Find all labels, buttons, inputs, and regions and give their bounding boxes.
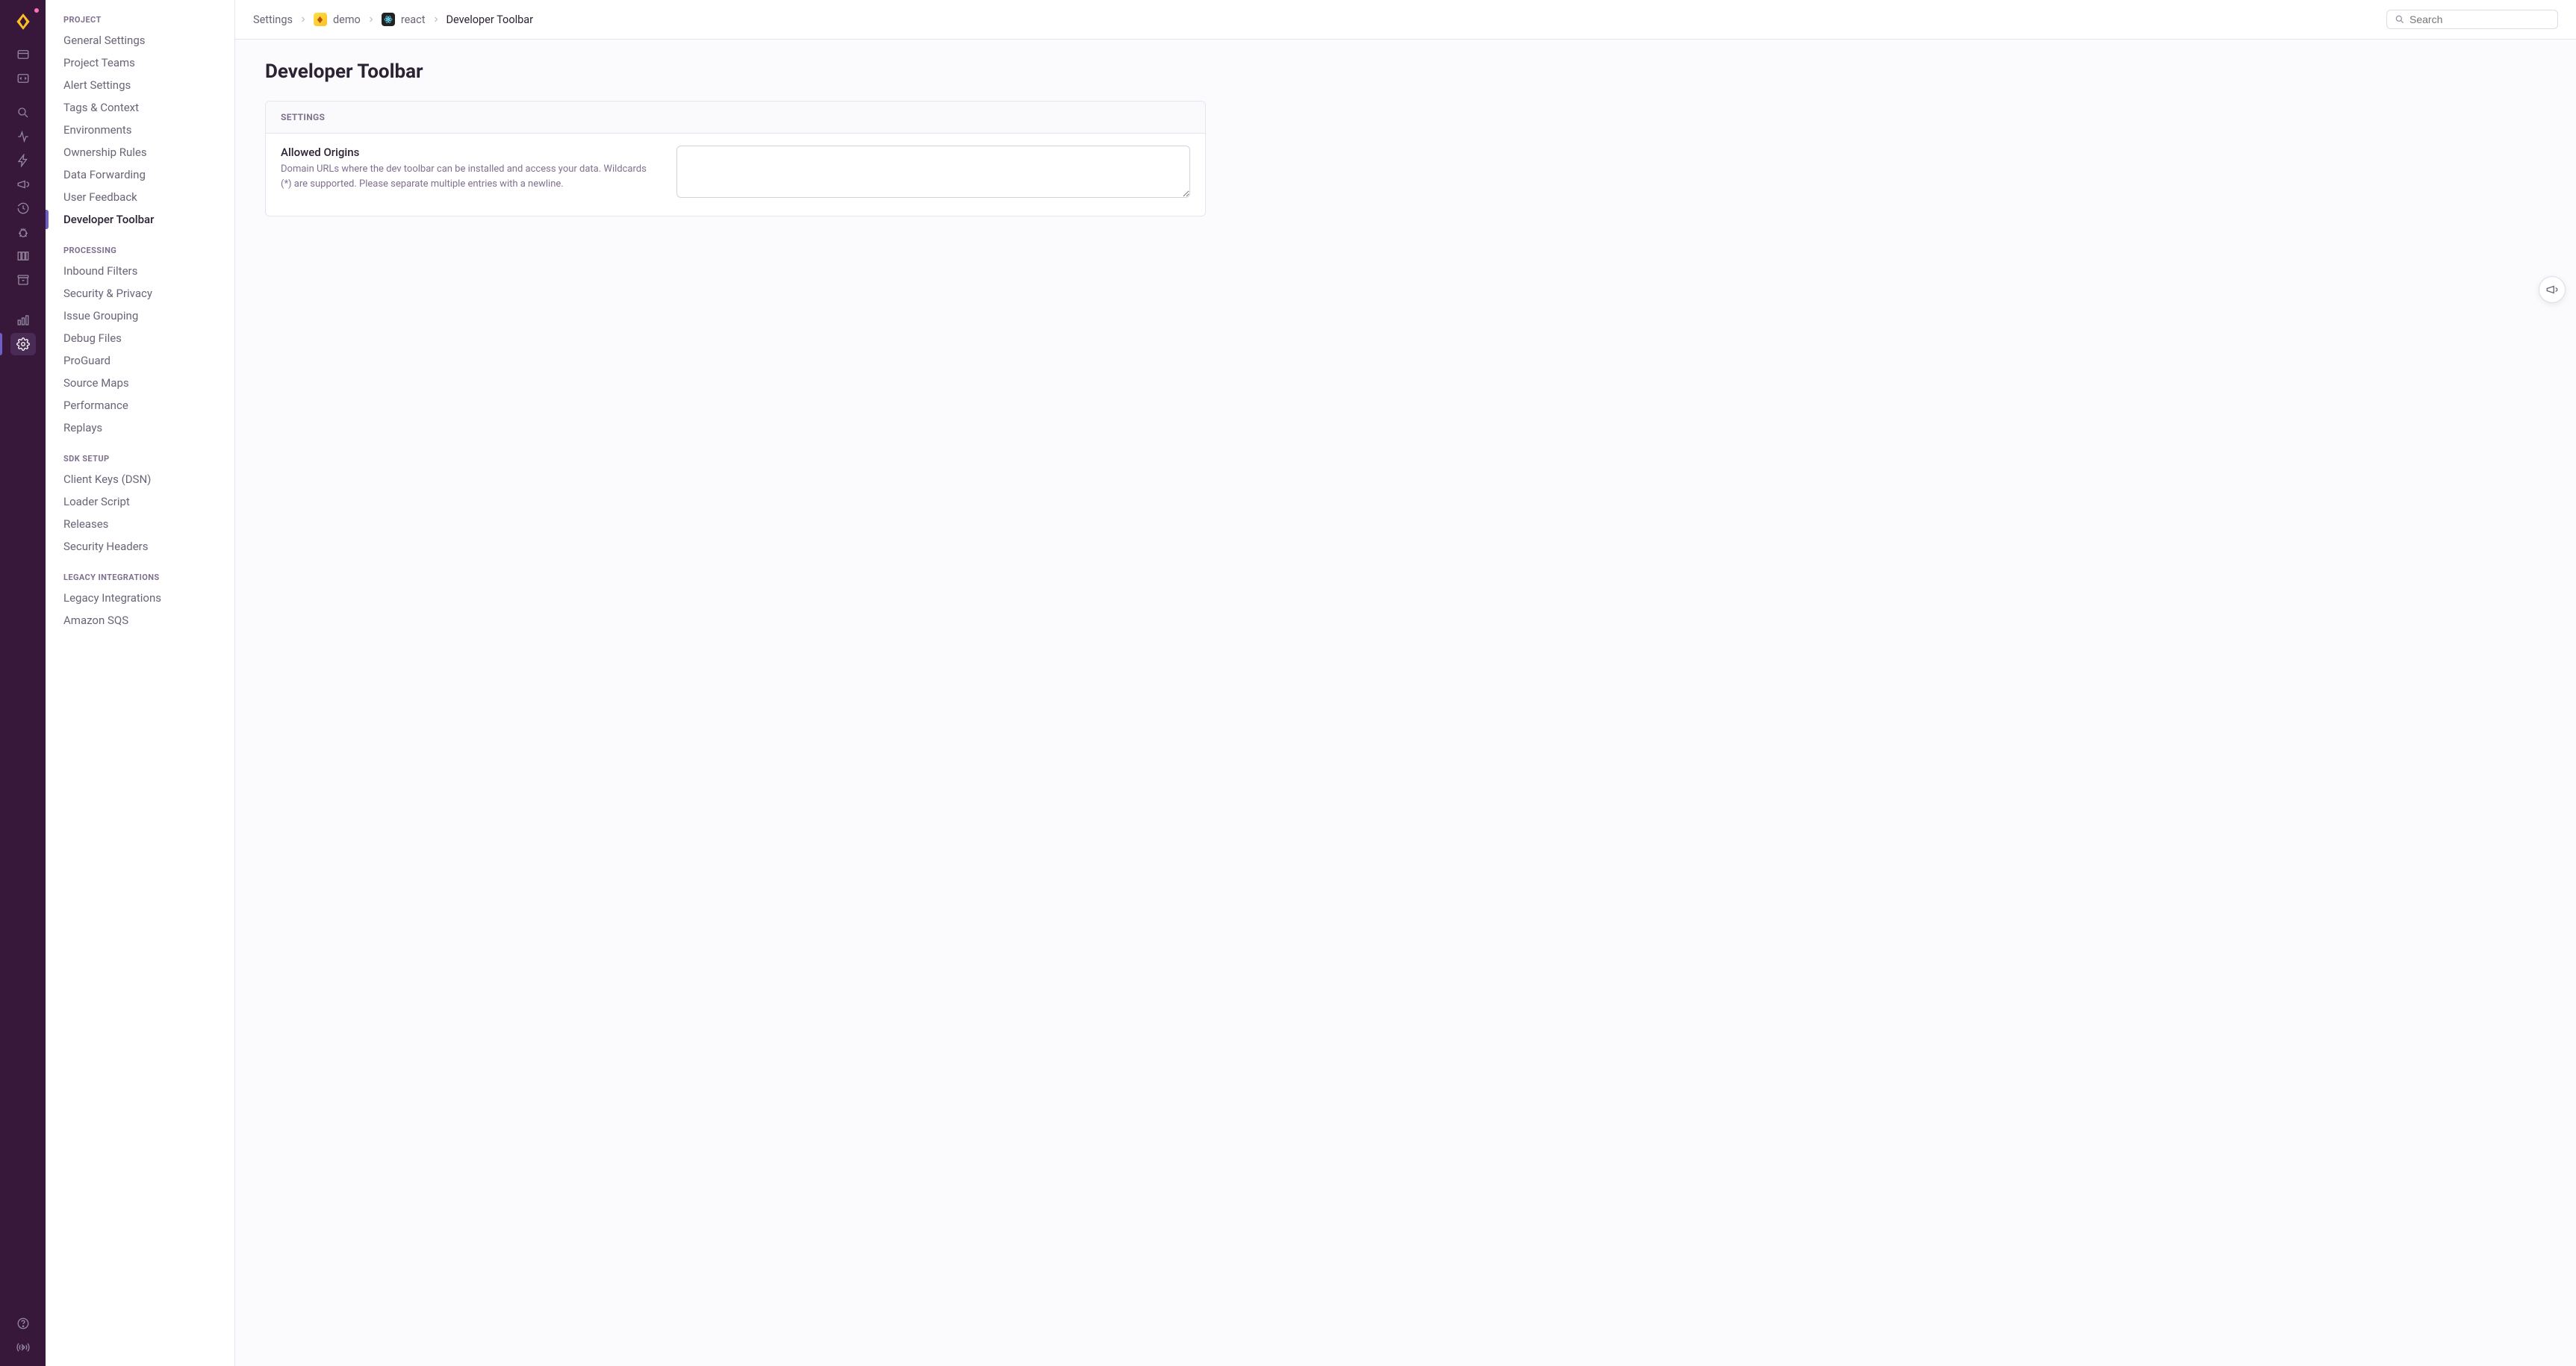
sidebar-item-general-settings[interactable]: General Settings	[46, 29, 234, 52]
nav-expand[interactable]	[10, 1336, 36, 1359]
nav-bug[interactable]	[10, 221, 36, 243]
sidebar-item-proguard[interactable]: ProGuard	[46, 349, 234, 372]
sidebar-item-performance[interactable]: Performance	[46, 394, 234, 417]
megaphone-icon	[16, 178, 30, 191]
search-input[interactable]	[2409, 13, 2550, 25]
sidebar-item-security-privacy[interactable]: Security & Privacy	[46, 282, 234, 305]
sidebar-item-developer-toolbar[interactable]: Developer Toolbar	[46, 208, 234, 231]
panel-header: SETTINGS	[266, 102, 1205, 134]
breadcrumb-current: Developer Toolbar	[447, 13, 534, 26]
sentry-logo-icon	[13, 12, 33, 31]
react-badge-icon	[382, 13, 395, 26]
settings-sidebar: PROJECTGeneral SettingsProject TeamsAler…	[46, 0, 235, 1366]
chevron-right-icon	[299, 15, 308, 24]
archive-icon	[16, 273, 30, 287]
sidebar-item-client-keys-dsn-[interactable]: Client Keys (DSN)	[46, 468, 234, 490]
main-area: Settings demo react Dev	[235, 0, 2576, 1366]
nav-rail	[0, 0, 46, 1366]
nav-search[interactable]	[10, 102, 36, 124]
field-help-allowed-origins: Domain URLs where the dev toolbar can be…	[281, 162, 654, 191]
sidebar-item-user-feedback[interactable]: User Feedback	[46, 186, 234, 208]
breadcrumb-project-label: react	[401, 13, 426, 26]
sidebar-item-ownership-rules[interactable]: Ownership Rules	[46, 141, 234, 163]
sidebar-group-title: SDK SETUP	[46, 439, 234, 468]
nav-archive[interactable]	[10, 269, 36, 291]
help-icon	[16, 1317, 30, 1330]
sidebar-item-debug-files[interactable]: Debug Files	[46, 327, 234, 349]
search-box[interactable]	[2386, 10, 2558, 29]
breadcrumb-org[interactable]: demo	[314, 13, 361, 26]
sidebar-item-loader-script[interactable]: Loader Script	[46, 490, 234, 513]
search-icon	[16, 106, 30, 119]
sidebar-item-alert-settings[interactable]: Alert Settings	[46, 74, 234, 96]
field-label-allowed-origins: Allowed Origins	[281, 146, 654, 159]
history-icon	[16, 202, 30, 215]
breadcrumb-org-label: demo	[333, 13, 361, 26]
inbox-icon	[16, 48, 30, 61]
code-icon	[16, 72, 30, 85]
nav-megaphone[interactable]	[10, 173, 36, 196]
notification-dot-icon	[33, 7, 40, 14]
megaphone-icon	[2545, 283, 2559, 296]
allowed-origins-input[interactable]	[676, 146, 1190, 198]
chevron-right-icon	[432, 15, 441, 24]
sidebar-group-title: LEGACY INTEGRATIONS	[46, 558, 234, 587]
nav-code[interactable]	[10, 67, 36, 90]
content: Developer Toolbar SETTINGS Allowed Origi…	[235, 40, 1236, 237]
search-icon	[2395, 14, 2405, 25]
nav-help[interactable]	[10, 1312, 36, 1335]
sidebar-item-inbound-filters[interactable]: Inbound Filters	[46, 260, 234, 282]
sidebar-item-issue-grouping[interactable]: Issue Grouping	[46, 305, 234, 327]
nav-inbox[interactable]	[10, 43, 36, 66]
page-title: Developer Toolbar	[265, 60, 1206, 83]
chevron-right-icon	[17, 1341, 29, 1353]
breadcrumb-settings[interactable]: Settings	[253, 13, 293, 26]
bug-icon	[16, 225, 30, 239]
columns-icon	[16, 249, 30, 263]
settings-panel: SETTINGS Allowed Origins Domain URLs whe…	[265, 101, 1206, 216]
topbar: Settings demo react Dev	[235, 0, 2576, 40]
nav-settings[interactable]	[10, 333, 36, 355]
nav-activity[interactable]	[10, 125, 36, 148]
sidebar-item-releases[interactable]: Releases	[46, 513, 234, 535]
logo[interactable]	[10, 9, 36, 34]
sidebar-item-security-headers[interactable]: Security Headers	[46, 535, 234, 558]
sidebar-item-legacy-integrations[interactable]: Legacy Integrations	[46, 587, 234, 609]
sidebar-item-amazon-sqs[interactable]: Amazon SQS	[46, 609, 234, 631]
breadcrumb-project[interactable]: react	[382, 13, 426, 26]
sidebar-item-project-teams[interactable]: Project Teams	[46, 52, 234, 74]
sidebar-item-data-forwarding[interactable]: Data Forwarding	[46, 163, 234, 186]
nav-stats[interactable]	[10, 309, 36, 331]
nav-columns[interactable]	[10, 245, 36, 267]
activity-icon	[16, 130, 30, 143]
org-badge-icon	[314, 13, 327, 26]
sidebar-item-source-maps[interactable]: Source Maps	[46, 372, 234, 394]
bolt-icon	[16, 154, 30, 167]
feedback-button[interactable]	[2539, 276, 2566, 303]
sidebar-item-tags-context[interactable]: Tags & Context	[46, 96, 234, 119]
sidebar-group-title: PROJECT	[46, 0, 234, 29]
sidebar-item-replays[interactable]: Replays	[46, 417, 234, 439]
chevron-right-icon	[367, 15, 376, 24]
sidebar-group-title: PROCESSING	[46, 231, 234, 260]
stats-icon	[16, 314, 30, 327]
sidebar-item-environments[interactable]: Environments	[46, 119, 234, 141]
nav-bolt[interactable]	[10, 149, 36, 172]
nav-history[interactable]	[10, 197, 36, 219]
settings-icon	[16, 337, 30, 351]
